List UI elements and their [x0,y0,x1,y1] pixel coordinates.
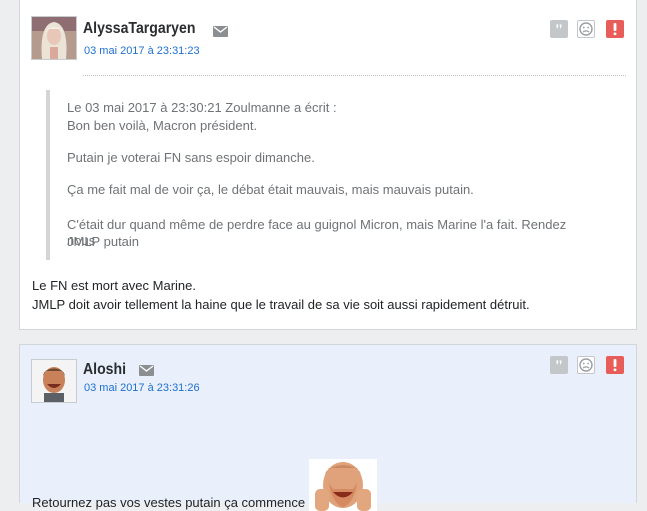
facepalm-sticker [309,459,378,511]
avatar[interactable] [31,16,77,60]
quote-text: JMLP putain [67,234,140,249]
private-message-button[interactable] [577,20,595,38]
message-text: JMLP doit avoir tellement la haine que l… [32,297,530,312]
svg-text:": " [555,22,564,38]
sad-face-icon [579,22,593,36]
message-body: Retournez pas vos vestes putain ça comme… [32,459,622,511]
exclamation-icon [613,359,617,372]
quoted-message: Le 03 mai 2017 à 23:30:21 Zoulmanne a éc… [46,90,600,260]
quote-header: Le 03 mai 2017 à 23:30:21 Zoulmanne a éc… [67,100,337,115]
mail-icon[interactable] [139,365,154,376]
forum-post: Aloshi 03 mai 2017 à 23:31:26 " Retourne… [19,344,637,511]
quote-text: Ça me fait mal de voir ça, le débat étai… [67,182,474,197]
post-actions: " [550,356,626,374]
quote-text: Putain je voterai FN sans espoir dimanch… [67,150,315,165]
post-actions: " [550,20,626,38]
post-date-link[interactable]: 03 mai 2017 à 23:31:26 [84,382,200,394]
author-name[interactable]: AlyssaTargaryen [83,20,195,38]
quote-button[interactable]: " [550,356,568,374]
report-button[interactable] [606,20,624,38]
separator [83,75,626,76]
message-text: Retournez pas vos vestes putain ça comme… [32,495,306,510]
sad-face-icon [579,358,593,372]
post-date-link[interactable]: 03 mai 2017 à 23:31:23 [84,45,200,57]
quote-text: Bon ben voilà, Macron président. [67,118,258,133]
author-name[interactable]: Aloshi [83,361,126,379]
quote-icon: " [555,358,564,374]
forum-post: AlyssaTargaryen 03 mai 2017 à 23:31:23 " [19,0,637,330]
mail-icon[interactable] [213,26,228,37]
quote-icon: " [555,22,564,38]
message-text: Le FN est mort avec Marine. [32,278,196,293]
quote-button[interactable]: " [550,20,568,38]
svg-text:": " [555,358,564,374]
avatar[interactable] [31,359,77,403]
exclamation-icon [613,23,617,36]
avatar-blonde-icon [32,17,76,59]
avatar-laughing-man-icon [32,360,76,402]
private-message-button[interactable] [577,356,595,374]
report-button[interactable] [606,356,624,374]
